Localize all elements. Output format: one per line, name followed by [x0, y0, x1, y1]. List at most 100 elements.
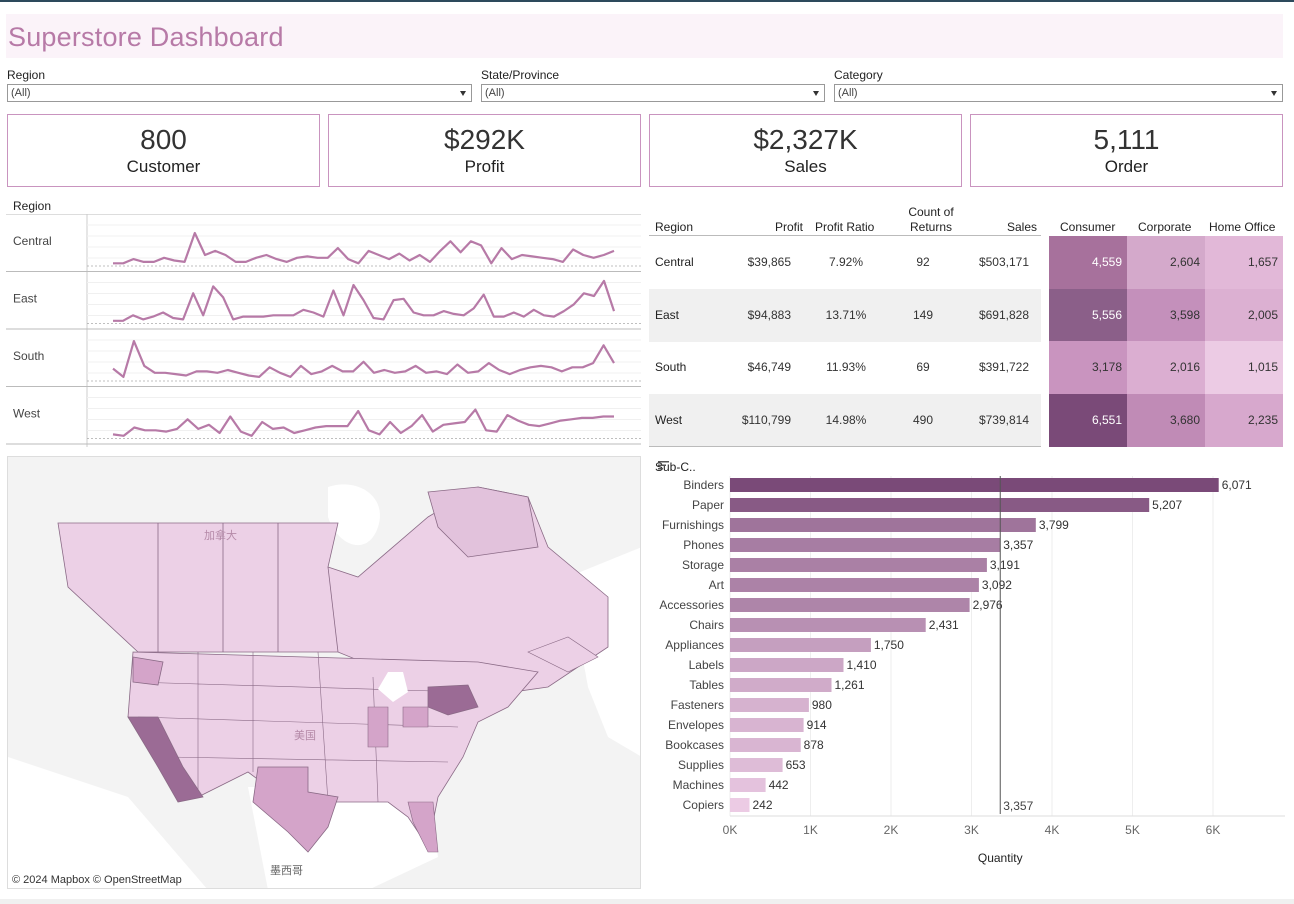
- kpi-value: 5,111: [1093, 124, 1160, 155]
- sparkline-region-label: South: [13, 349, 44, 363]
- bar-category-label: Furnishings: [662, 518, 724, 532]
- heat-cell[interactable]: 3,178: [1049, 341, 1127, 395]
- map-label-canada: 加拿大: [204, 530, 237, 542]
- bar-category-label: Appliances: [665, 638, 724, 652]
- bar-tables[interactable]: [730, 678, 832, 692]
- heat-cell[interactable]: 5,556: [1049, 288, 1127, 342]
- bar-envelopes[interactable]: [730, 718, 804, 732]
- table-row[interactable]: West $110,799 14.98% 490 $739,814: [649, 393, 1041, 447]
- table-cell-region: West: [655, 412, 683, 427]
- state-select[interactable]: (All): [481, 84, 825, 102]
- ohio-state[interactable]: [402, 706, 429, 728]
- bar-bookcases[interactable]: [730, 738, 801, 752]
- heat-cell[interactable]: 2,235: [1205, 394, 1283, 448]
- table-row[interactable]: East $94,883 13.71% 149 $691,828: [649, 288, 1041, 342]
- bar-paper[interactable]: [730, 498, 1150, 512]
- bar-category-label: Labels: [689, 658, 724, 672]
- bar-value-label: 914: [807, 718, 827, 732]
- bar-category-label: Fasteners: [671, 698, 724, 712]
- heat-header-consumer: Consumer: [1060, 220, 1116, 234]
- bar-accessories[interactable]: [730, 598, 970, 612]
- sparkline-series-central[interactable]: [113, 231, 615, 265]
- bar-copiers[interactable]: [730, 798, 750, 812]
- table-cell-sales: $503,171: [978, 255, 1029, 269]
- bar-value-label: 878: [804, 738, 824, 752]
- heat-cell[interactable]: 6,551: [1049, 394, 1127, 448]
- table-cell-profit: $110,799: [741, 412, 791, 427]
- heat-cell[interactable]: 2,005: [1205, 288, 1283, 342]
- table-cell-region: Central: [655, 255, 694, 269]
- bar-value-label: 980: [812, 698, 832, 712]
- kpi-sales[interactable]: $2,327K Sales: [649, 114, 962, 187]
- map-attribution[interactable]: © 2024 Mapbox © OpenStreetMap: [12, 874, 182, 886]
- bar-category-label: Chairs: [689, 618, 724, 632]
- x-tick-label: 3K: [964, 823, 979, 837]
- bar-fasteners[interactable]: [730, 698, 809, 712]
- sales-map[interactable]: 加拿大 美国 墨西哥 © 2024 Mapbox © OpenStreetMap: [7, 456, 641, 889]
- illinois-state[interactable]: [367, 706, 389, 748]
- filter-label: Category: [834, 68, 883, 82]
- sparkline-series-east[interactable]: [113, 279, 616, 322]
- bar-value-label: 3,357: [1003, 538, 1033, 552]
- kpi-profit[interactable]: $292K Profit: [328, 114, 641, 187]
- kpi-customer[interactable]: 800 Customer: [7, 114, 320, 187]
- select-value: (All): [485, 87, 505, 99]
- bar-phones[interactable]: [730, 538, 1001, 552]
- chevron-down-icon[interactable]: [460, 91, 466, 96]
- bar-furnishings[interactable]: [730, 518, 1036, 532]
- bar-chart-svg: 0K 1K 2K 3K 4K 5K 6K Quantity Binders 6,071 Paper 5…: [659, 476, 1285, 865]
- heat-cell[interactable]: 3,598: [1127, 288, 1205, 342]
- sparkline-header: Region: [13, 199, 52, 213]
- kpi-order[interactable]: 5,111 Order: [970, 114, 1283, 187]
- col-header-returns: Count of Returns: [908, 205, 954, 234]
- bar-chairs[interactable]: [730, 618, 926, 632]
- filter-state: State/Province (All): [481, 68, 825, 102]
- map-canvas[interactable]: [8, 457, 641, 889]
- table-cell-ratio: 13.71%: [825, 307, 867, 322]
- filter-region: Region (All): [7, 68, 472, 102]
- kpi-label: Sales: [784, 157, 827, 176]
- bar-value-label: 442: [769, 778, 789, 792]
- select-value: (All): [838, 87, 858, 99]
- heat-cell[interactable]: 2,604: [1127, 236, 1205, 289]
- heat-cell[interactable]: 1,015: [1205, 341, 1283, 395]
- filter-label: State/Province: [481, 68, 560, 82]
- bar-art[interactable]: [730, 578, 979, 592]
- bar-labels[interactable]: [730, 658, 844, 672]
- reference-line-label: 3,357: [1003, 799, 1033, 813]
- bar-value-label: 653: [786, 758, 806, 772]
- heat-cell[interactable]: 2,016: [1127, 341, 1205, 395]
- bar-category-label: Accessories: [659, 598, 724, 612]
- bar-value-label: 1,750: [874, 638, 904, 652]
- heat-cell[interactable]: 4,559: [1049, 236, 1127, 289]
- bar-appliances[interactable]: [730, 638, 871, 652]
- sparkline-series-south[interactable]: [112, 339, 615, 378]
- bar-value-label: 2,976: [973, 598, 1003, 612]
- col-header-profit-ratio: Profit Ratio: [815, 220, 875, 234]
- table-row[interactable]: Central $39,865 7.92% 92 $503,171: [649, 236, 1041, 289]
- table-cell-ratio: 14.98%: [825, 412, 867, 427]
- category-select[interactable]: (All): [834, 84, 1283, 102]
- bar-category-label: Bookcases: [665, 738, 724, 752]
- chevron-down-icon[interactable]: [1271, 91, 1277, 96]
- sparkline-region-label: West: [13, 407, 41, 421]
- table-cell-returns: 490: [912, 412, 934, 427]
- table-row[interactable]: South $46,749 11.93% 69 $391,722: [649, 341, 1041, 394]
- table-cell-ratio: 11.93%: [826, 360, 866, 374]
- bar-category-label: Envelopes: [668, 718, 724, 732]
- bar-machines[interactable]: [730, 778, 766, 792]
- bar-category-label: Tables: [689, 678, 724, 692]
- sparkline-series-west[interactable]: [112, 408, 614, 437]
- heat-header-home-office: Home Office: [1209, 220, 1276, 234]
- heat-cell[interactable]: 3,680: [1127, 394, 1205, 448]
- table-cell-region: South: [655, 360, 687, 374]
- heat-cell[interactable]: 1,657: [1205, 236, 1283, 289]
- bar-supplies[interactable]: [730, 758, 783, 772]
- bar-storage[interactable]: [730, 558, 987, 572]
- table-cell-returns: 69: [916, 360, 930, 374]
- chevron-down-icon[interactable]: [813, 91, 819, 96]
- bar-value-label: 3,092: [982, 578, 1012, 592]
- bar-binders[interactable]: [730, 478, 1219, 492]
- washington-state[interactable]: [132, 656, 164, 686]
- region-select[interactable]: (All): [7, 84, 472, 102]
